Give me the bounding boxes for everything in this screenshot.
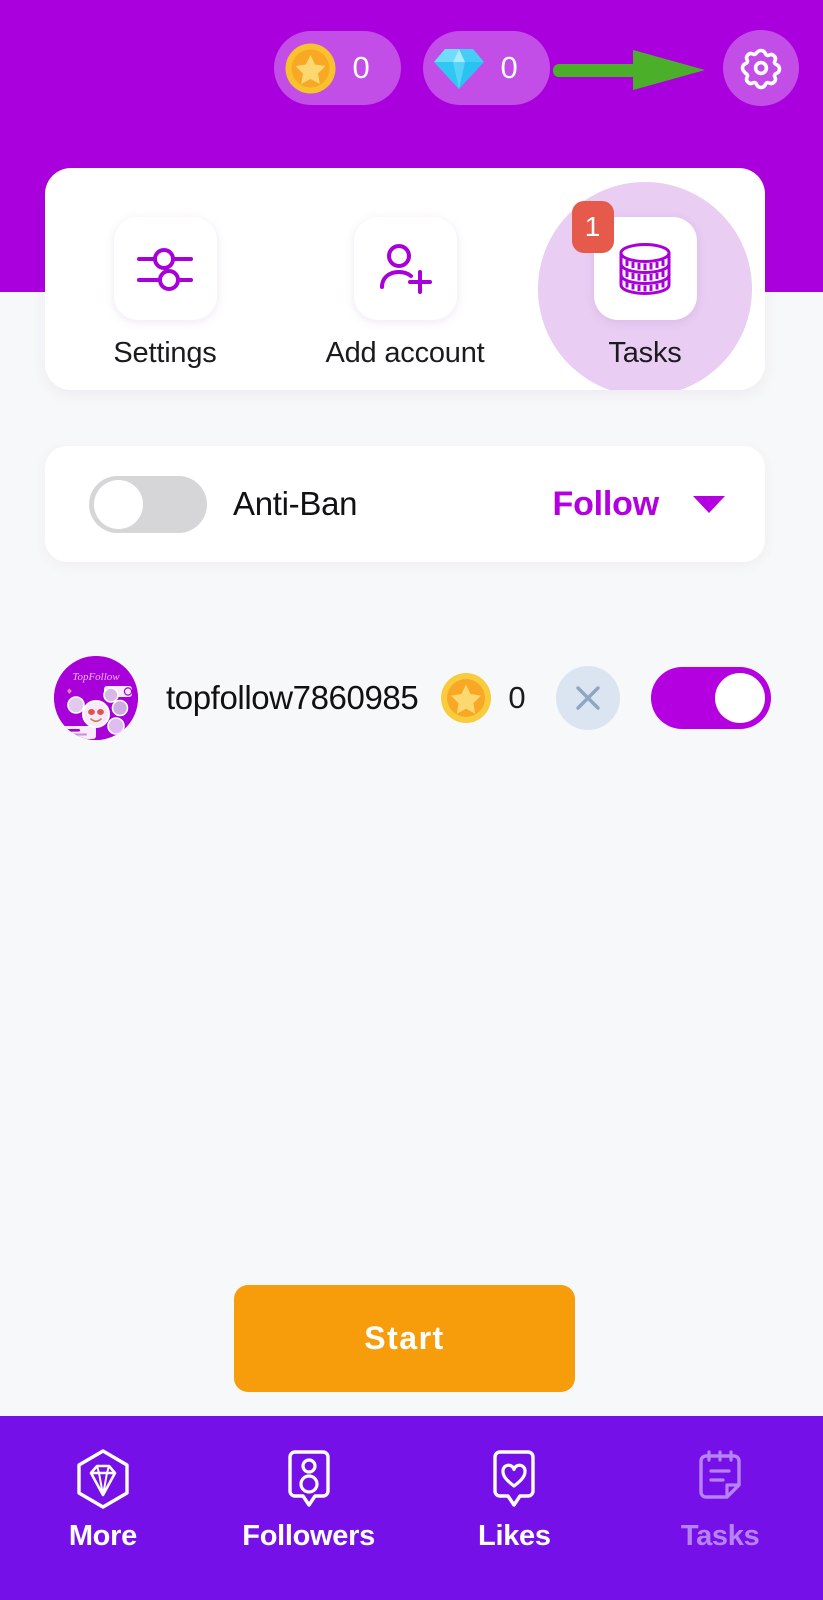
tasks-badge: 1	[571, 201, 614, 253]
nav-item-more[interactable]: More	[0, 1448, 206, 1553]
quick-actions-card: Settings Add account 1 Tasks	[45, 168, 765, 390]
person-pin-icon	[287, 1450, 330, 1507]
action-item-settings[interactable]: Settings	[45, 168, 285, 390]
mode-selector[interactable]: Follow	[553, 485, 725, 524]
nav-label-likes: Likes	[478, 1520, 551, 1552]
nav-item-followers[interactable]: Followers	[206, 1448, 412, 1553]
action-item-add-account[interactable]: Add account	[285, 168, 525, 390]
diamond-gem-icon	[433, 49, 484, 89]
remove-account-button[interactable]	[555, 666, 620, 730]
account-toggle-knob	[715, 673, 765, 723]
account-username: topfollow7860985	[166, 679, 419, 716]
gear-icon	[740, 48, 782, 90]
green-arrow-annotation	[553, 50, 705, 90]
person-add-icon	[380, 243, 432, 294]
chevron-down-icon	[693, 495, 725, 513]
diamond-pin-icon	[77, 1449, 129, 1509]
account-enable-toggle[interactable]	[651, 667, 771, 729]
antiban-toggle-knob	[94, 479, 143, 529]
note-list-icon	[699, 1450, 741, 1499]
gem-balance-value: 0	[500, 50, 519, 85]
settings-icon-tile	[113, 217, 217, 320]
start-button[interactable]: Start	[234, 1285, 575, 1392]
mode-selector-value: Follow	[552, 484, 660, 523]
nav-item-likes[interactable]: Likes	[412, 1448, 618, 1553]
bottom-navigation-bar: More Followers Likes Tasks	[0, 1416, 823, 1600]
close-x-icon	[575, 686, 600, 710]
nav-label-followers: Followers	[242, 1520, 375, 1552]
coin-balance-value: 0	[352, 50, 371, 85]
nav-label-more: More	[68, 1520, 137, 1552]
heart-pin-icon	[493, 1450, 536, 1507]
topfollow-avatar-image: TopFollow	[54, 656, 138, 740]
account-list-item: TopFollow topfollow7860985 0	[0, 648, 823, 748]
settings-gear-button[interactable]	[723, 30, 799, 106]
coin-balance-pill[interactable]: 0	[273, 31, 401, 105]
svg-text:TopFollow: TopFollow	[72, 671, 120, 683]
antiban-label: Anti-Ban	[233, 485, 358, 522]
add-account-icon-tile	[353, 217, 457, 320]
action-item-tasks[interactable]: 1 Tasks	[525, 168, 765, 390]
gem-balance-pill[interactable]: 0	[422, 31, 550, 105]
antiban-card: Anti-Ban Follow	[45, 446, 765, 562]
action-label-add-account: Add account	[325, 337, 485, 369]
account-coin-value: 0	[508, 680, 526, 715]
nav-item-tasks[interactable]: Tasks	[617, 1448, 823, 1553]
antiban-toggle[interactable]	[89, 475, 207, 533]
star-coin-icon	[285, 43, 335, 93]
action-label-settings: Settings	[113, 337, 217, 369]
avatar[interactable]: TopFollow	[54, 656, 138, 740]
star-coin-icon	[441, 673, 492, 723]
action-label-tasks: Tasks	[608, 337, 682, 369]
coin-stack-icon	[619, 242, 671, 295]
nav-label-tasks: Tasks	[680, 1520, 760, 1552]
sliders-icon	[137, 247, 193, 291]
tasks-icon-tile: 1	[571, 201, 697, 320]
